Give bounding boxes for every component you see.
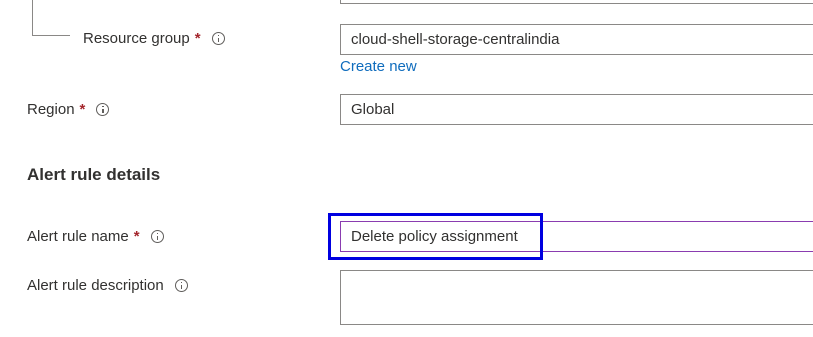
section-title-alert-rule-details: Alert rule details xyxy=(27,165,161,184)
highlight-box xyxy=(328,213,543,260)
tree-connector-vertical xyxy=(32,0,33,36)
resource-group-select[interactable]: cloud-shell-storage-centralindia xyxy=(340,24,813,55)
alert-rule-description-textarea[interactable] xyxy=(340,270,813,325)
info-icon[interactable] xyxy=(150,230,164,243)
required-asterisk: * xyxy=(133,228,140,245)
region-label: Region * xyxy=(27,101,110,118)
resource-group-label: Resource group * xyxy=(83,30,225,47)
info-icon[interactable] xyxy=(174,279,188,292)
create-new-link[interactable]: Create new xyxy=(340,58,417,75)
required-asterisk: * xyxy=(194,30,201,47)
info-icon[interactable] xyxy=(211,32,225,45)
required-asterisk: * xyxy=(79,101,86,118)
region-value: Global xyxy=(351,101,395,118)
alert-rule-description-label: Alert rule description xyxy=(27,277,188,294)
alert-rule-name-label: Alert rule name * xyxy=(27,228,164,245)
resource-group-value: cloud-shell-storage-centralindia xyxy=(351,31,560,48)
previous-field[interactable] xyxy=(340,0,813,4)
region-select[interactable]: Global xyxy=(340,94,813,125)
info-icon[interactable] xyxy=(96,103,110,116)
tree-connector-horizontal xyxy=(32,35,70,36)
